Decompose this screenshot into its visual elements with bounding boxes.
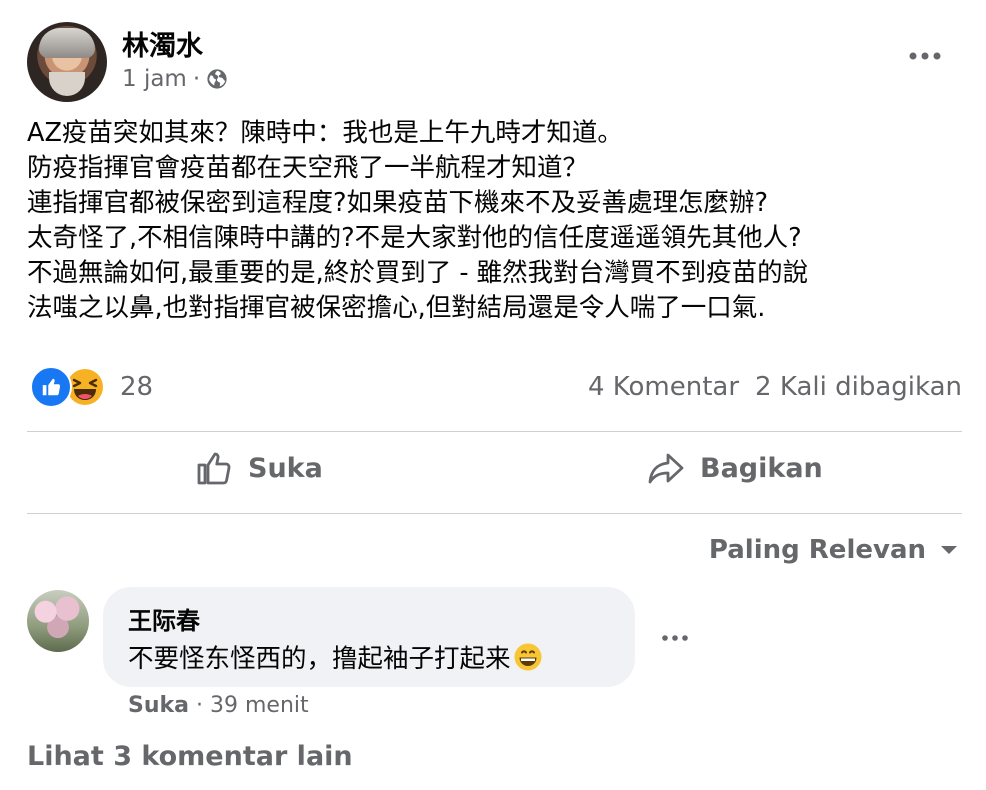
post-meta: 1 jam · [122, 66, 228, 92]
share-count-link[interactable]: 2 Kali dibagikan [755, 372, 962, 402]
commenter-name[interactable]: 王际春 [128, 601, 200, 636]
comment-time[interactable]: 39 menit [210, 693, 309, 718]
author-avatar[interactable] [27, 22, 107, 102]
grinning-face-icon [514, 643, 542, 670]
like-button-label: Suka [248, 452, 323, 484]
post-body-line: AZ疫苗突如其來？陳時中：我也是上午九時才知道。 [27, 118, 623, 148]
thumbs-up-icon [197, 452, 231, 485]
divider [27, 513, 962, 514]
share-button-label: Bagikan [700, 452, 823, 484]
post-author-name[interactable]: 林濁水 [122, 24, 203, 63]
view-more-comments-link[interactable]: Lihat 3 komentar lain [27, 741, 353, 772]
comment-text: 不要怪东怪西的，撸起袖子打起来 [128, 638, 543, 675]
post-body-line: 連指揮官都被保密到這程度?如果疫苗下機來不及妥善處理怎麼辦? [27, 188, 769, 218]
share-arrow-icon [648, 453, 684, 484]
avatar-hair [39, 28, 95, 58]
comment-sort-dropdown[interactable]: Paling Relevan [709, 535, 958, 565]
reaction-count: 28 [120, 372, 154, 402]
comment-count-link[interactable]: 4 Komentar [588, 372, 739, 402]
caret-down-icon [941, 546, 957, 554]
more-horizontal-icon[interactable] [905, 46, 945, 66]
post-body: AZ疫苗突如其來？陳時中：我也是上午九時才知道。 防疫指揮官會疫苗都在天空飛了一… [27, 116, 967, 326]
commenter-avatar[interactable] [27, 590, 89, 652]
comment-text-content: 不要怪东怪西的，撸起袖子打起来 [128, 644, 511, 674]
post-body-line: 太奇怪了,不相信陳時中講的?不是大家對他的信任度遥遥領先其他人? [27, 223, 802, 253]
share-button[interactable]: Bagikan [646, 448, 823, 488]
post-body-line: 防疫指揮官會疫苗都在天空飛了一半航程才知道？ [27, 153, 589, 183]
globe-icon[interactable] [206, 68, 228, 90]
comment-meta: Suka · 39 menit [128, 693, 309, 718]
post-body-line: 法嗤之以鼻,也對指揮官被保密擔心,但對結局還是令人喘了一口氣. [27, 293, 766, 323]
like-reaction-icon [30, 366, 72, 408]
avatar-beard [49, 72, 85, 96]
post-body-line: 不過無論如何,最重要的是,終於買到了 - 雖然我對台灣買不到疫苗的說 [27, 258, 809, 288]
sort-label: Paling Relevan [708, 535, 926, 565]
comment-more-icon[interactable] [658, 630, 692, 646]
comment-meta-separator: · [195, 693, 203, 718]
like-button[interactable]: Suka [194, 448, 323, 488]
divider [27, 431, 962, 432]
meta-separator: · [192, 66, 201, 92]
comment-like-link[interactable]: Suka [128, 693, 189, 718]
post-time[interactable]: 1 jam [122, 66, 187, 92]
reactions-summary[interactable]: 28 [30, 366, 153, 408]
post-stats: 4 Komentar 2 Kali dibagikan [588, 372, 962, 402]
